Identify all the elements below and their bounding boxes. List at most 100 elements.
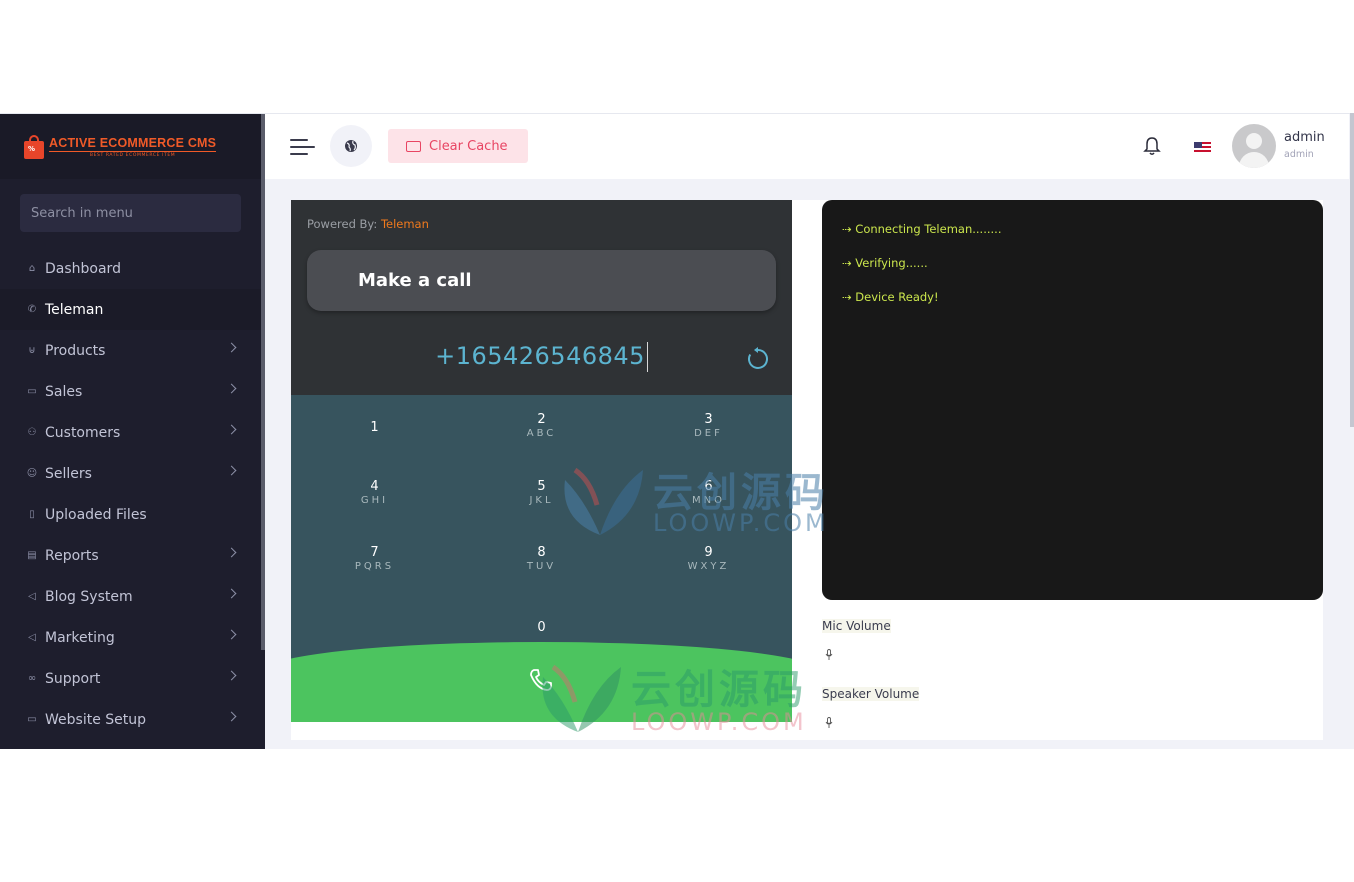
sidebar-item-label: Support [45,670,101,687]
chevron-right-icon [226,465,237,476]
app-window: % ACTIVE ECOMMERCE CMS BEST RATED ECOMME… [0,113,1354,749]
us-flag-icon[interactable] [1194,142,1211,153]
key-letters: PQRS [354,561,395,572]
phone-number-input[interactable]: +165426546845 [291,342,792,372]
sidebar-item-label: Teleman [45,301,104,318]
log-console: ⇢ Connecting Teleman........ ⇢ Verifying… [822,200,1323,600]
powered-by-link[interactable]: Teleman [381,217,429,231]
desktop-icon: ▭ [27,714,37,725]
chevron-right-icon [226,547,237,558]
sidebar-item-label: Uploaded Files [45,506,147,523]
brand-name: ACTIVE ECOMMERCE CMS [49,135,217,150]
key-digit: 9 [704,545,713,560]
chevron-right-icon [226,670,237,681]
sidebar-item-teleman[interactable]: ✆ Teleman [0,289,262,330]
report-icon: ▤ [27,550,37,561]
link-icon: ∞ [27,673,37,684]
key-letters: DEF [694,428,723,439]
bell-icon[interactable] [1143,136,1161,160]
shopping-bag-icon: % [24,134,44,159]
clear-cache-label: Clear Cache [429,138,508,154]
microphone-icon [825,714,833,733]
user-role: admin [1284,149,1314,160]
sidebar-item-label: Dashboard [45,260,121,277]
sidebar-item-label: Website Setup [45,711,147,728]
keypad-key-5[interactable]: 5 JKL [458,479,625,506]
topbar: Clear Cache admin admin [265,114,1349,179]
key-digit: 3 [704,412,713,427]
sidebar-item-blog-system[interactable]: ◁ Blog System [0,576,262,617]
sidebar-item-sellers[interactable]: ☺ Sellers [0,453,262,494]
cart-icon: ⊎ [28,345,36,356]
chevron-right-icon [226,588,237,599]
sidebar-scrollbar[interactable] [261,114,265,650]
sidebar-item-label: Customers [45,424,121,441]
sidebar: % ACTIVE ECOMMERCE CMS BEST RATED ECOMME… [0,114,265,749]
key-digit: 6 [704,479,713,494]
sidebar-item-label: Blog System [45,588,133,605]
key-digit: 4 [370,479,379,494]
speaker-volume-label: Speaker Volume [822,687,920,701]
powered-by-text: Powered By: Teleman [307,217,429,231]
sidebar-item-customers[interactable]: ⚇ Customers [0,412,262,453]
mic-volume-label: Mic Volume [822,619,891,633]
sidebar-item-label: Marketing [45,629,115,646]
brand-tagline: BEST RATED ECOMMERCE ITEM [49,150,217,158]
clear-cache-button[interactable]: Clear Cache [388,129,528,163]
keypad-key-6[interactable]: 6 MNO [625,479,792,506]
sidebar-item-label: Sellers [45,465,92,482]
sidebar-item-uploaded-files[interactable]: ▯ Uploaded Files [0,494,262,535]
phone-number-value: +165426546845 [435,342,645,370]
menu-toggle-icon[interactable] [290,137,315,157]
sidebar-item-products[interactable]: ⊎ Products [0,330,262,371]
sidebar-item-support[interactable]: ∞ Support [0,658,262,699]
chevron-right-icon [226,342,237,353]
key-digit: 8 [537,545,546,560]
sidebar-item-label: Reports [45,547,99,564]
globe-icon[interactable] [330,125,372,167]
chevron-right-icon [226,424,237,435]
keypad-key-7[interactable]: 7 PQRS [291,545,458,572]
teleman-card: Powered By: Teleman Make a call +1654265… [291,200,1323,740]
key-digit: 7 [370,545,379,560]
chevron-right-icon [226,629,237,640]
keypad-key-3[interactable]: 3 DEF [625,412,792,439]
brand-logo[interactable]: % ACTIVE ECOMMERCE CMS BEST RATED ECOMME… [0,114,265,179]
keypad-key-2[interactable]: 2 ABC [458,412,625,439]
sidebar-item-label: Sales [45,383,83,400]
bullhorn-icon: ◁ [28,632,36,643]
user-icon: ☺ [26,468,38,479]
sidebar-item-sales[interactable]: ▭ Sales [0,371,262,412]
sidebar-item-reports[interactable]: ▤ Reports [0,535,262,576]
key-letters: MNO [692,495,725,506]
log-line: ⇢ Connecting Teleman........ [842,222,1002,236]
hard-drive-icon [406,140,421,152]
refresh-icon[interactable] [746,347,770,371]
money-icon: ▭ [27,386,37,397]
key-digit: 5 [537,479,546,494]
keypad-key-9[interactable]: 9 WXYZ [625,545,792,572]
keypad-key-0[interactable]: 0 [458,620,625,635]
key-letters: TUV [526,561,557,572]
users-icon: ⚇ [27,427,37,438]
keypad-key-1[interactable]: 1 [291,420,458,435]
key-digit: 2 [537,412,546,427]
sidebar-item-dashboard[interactable]: ⌂ Dashboard [0,248,262,289]
sidebar-item-marketing[interactable]: ◁ Marketing [0,617,262,658]
key-letters: WXYZ [687,561,730,572]
avatar[interactable] [1232,124,1276,168]
keypad-key-8[interactable]: 8 TUV [458,545,625,572]
main-scrollbar[interactable] [1350,113,1354,427]
phone-call-icon[interactable] [528,667,554,697]
key-letters: JKL [529,495,554,506]
sidebar-search-input[interactable]: Search in menu [20,194,241,232]
dialer-panel: Powered By: Teleman Make a call +1654265… [291,200,792,722]
log-line: ⇢ Device Ready! [842,290,939,304]
keypad-key-4[interactable]: 4 GHI [291,479,458,506]
user-name[interactable]: admin [1284,130,1325,145]
microphone-icon [825,646,833,665]
key-letters: GHI [360,495,389,506]
sidebar-item-website-setup[interactable]: ▭ Website Setup [0,699,262,740]
key-letters: ABC [526,428,557,439]
log-line: ⇢ Verifying...... [842,256,928,270]
